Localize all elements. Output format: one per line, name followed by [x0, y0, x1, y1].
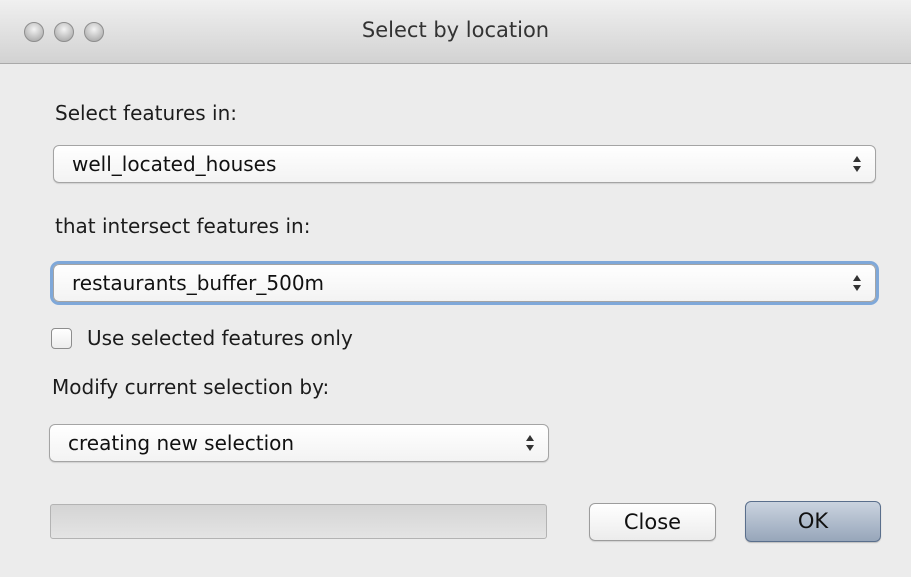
select-by-location-dialog: Select by location Select features in: w… [0, 0, 911, 577]
use-selected-features-label[interactable]: Use selected features only [87, 326, 353, 350]
title-bar[interactable]: Select by location [0, 0, 911, 64]
window-title: Select by location [361, 18, 550, 42]
use-selected-features-checkbox[interactable] [51, 328, 72, 349]
modify-selection-value: creating new selection [68, 431, 295, 455]
up-down-arrows-icon [526, 435, 534, 451]
target-layer-value: well_located_houses [72, 152, 277, 176]
up-down-arrows-icon [853, 156, 861, 172]
progress-bar [50, 504, 547, 539]
close-button[interactable]: Close [589, 503, 716, 541]
intersect-layer-value: restaurants_buffer_500m [72, 271, 325, 295]
up-down-arrows-icon [853, 275, 861, 291]
ok-button[interactable]: OK [745, 501, 881, 542]
select-features-label: Select features in: [55, 101, 238, 125]
modify-selection-select[interactable]: creating new selection [49, 424, 549, 462]
intersect-features-label: that intersect features in: [55, 214, 311, 238]
intersect-layer-select[interactable]: restaurants_buffer_500m [53, 264, 876, 302]
modify-selection-label: Modify current selection by: [52, 375, 330, 399]
target-layer-select[interactable]: well_located_houses [53, 145, 876, 183]
